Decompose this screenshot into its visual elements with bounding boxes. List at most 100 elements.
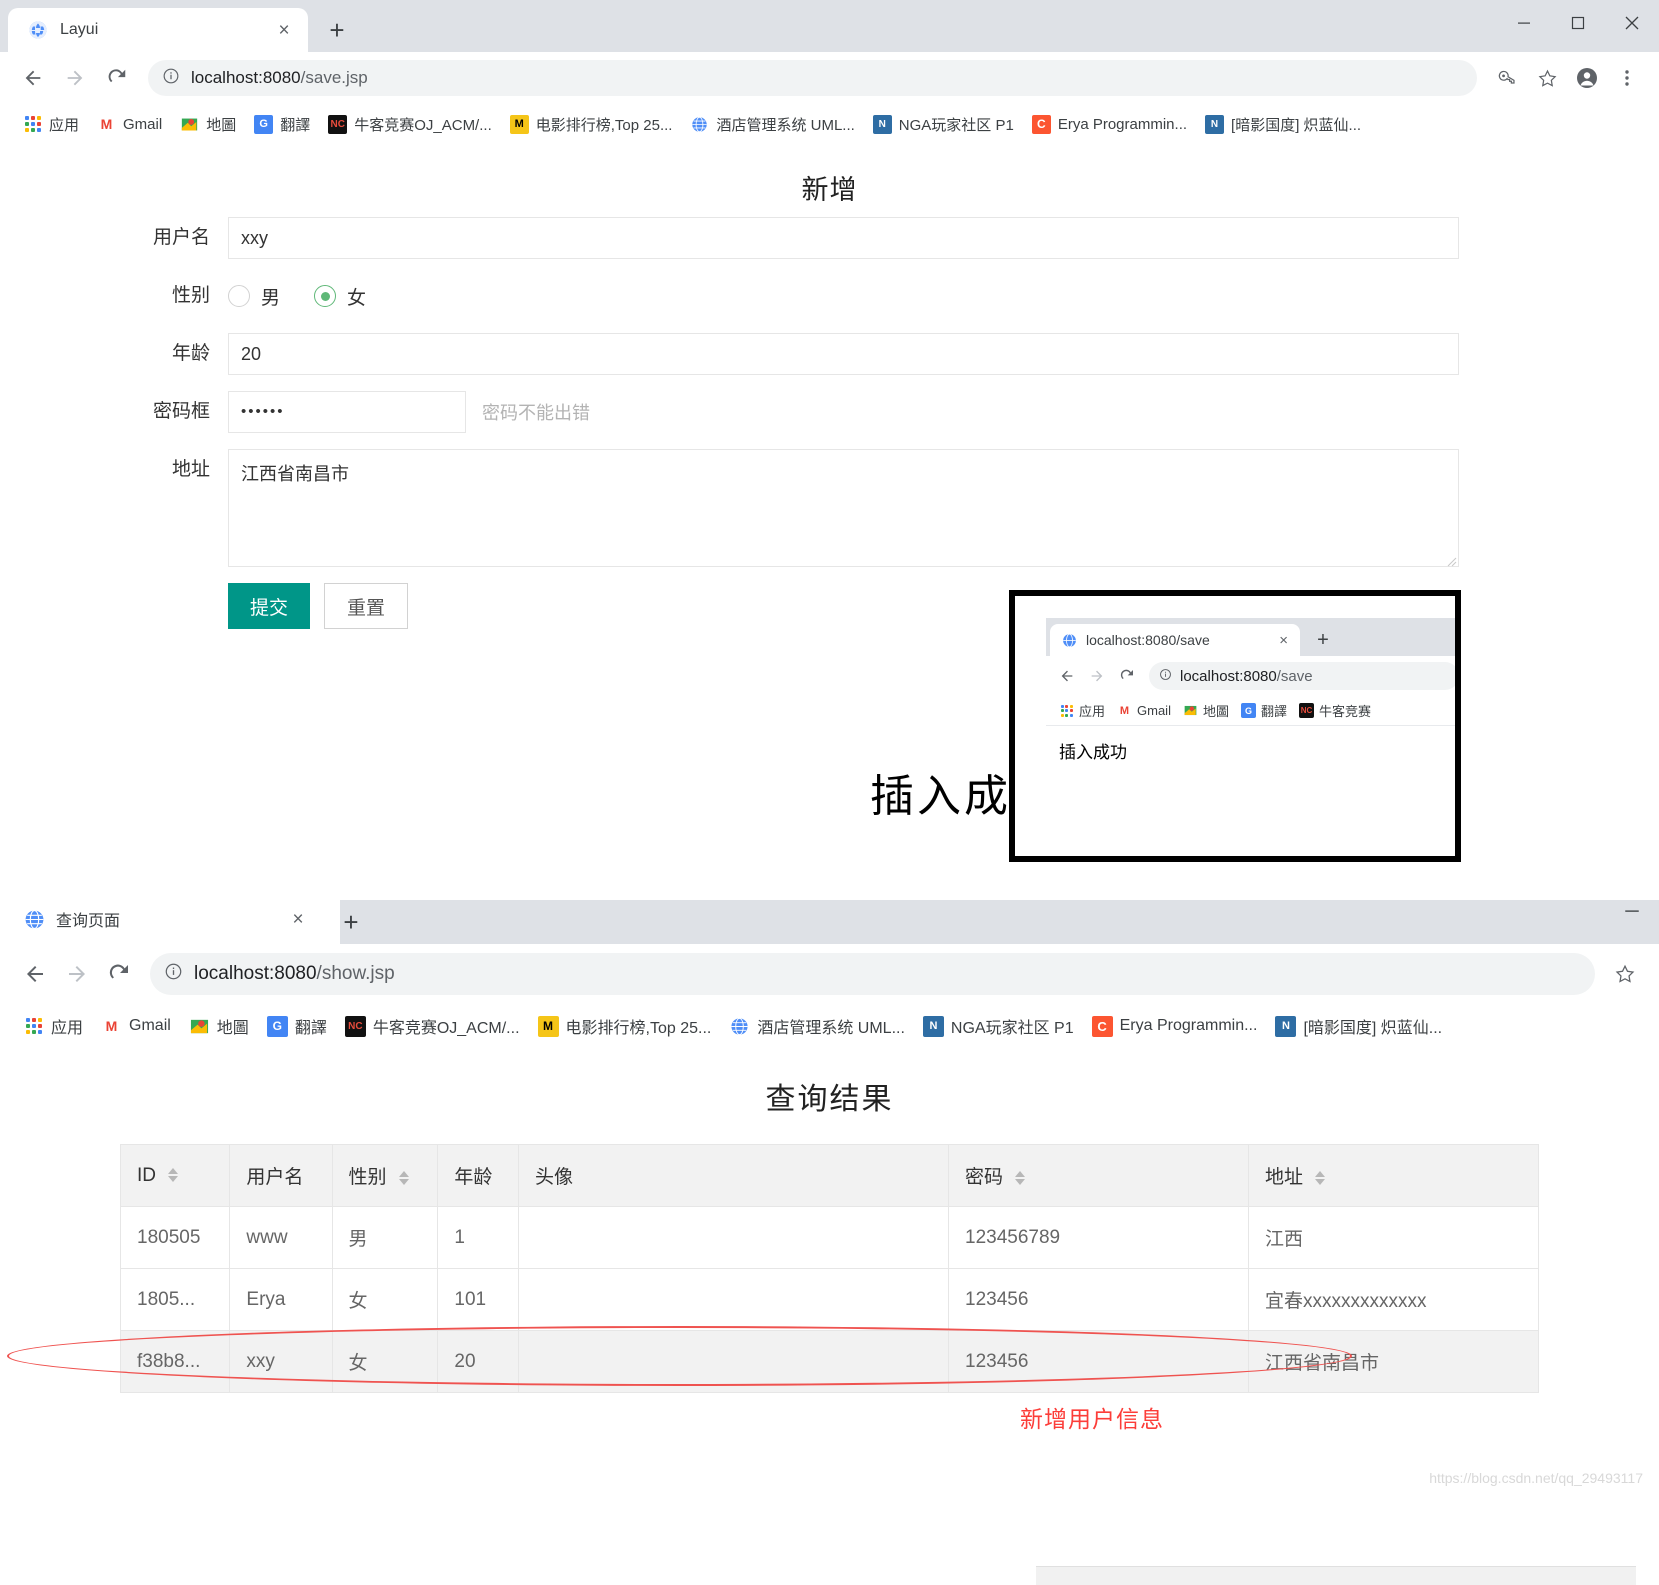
- new-tab-button[interactable]: +: [320, 13, 354, 47]
- bookmark-item-nowcoder[interactable]: NC 牛客竞赛OJ_ACM/...: [319, 110, 501, 139]
- col-header-age[interactable]: 年龄: [437, 1144, 519, 1207]
- inset-browser-screenshot: localhost:8080/save × + localhost:8080/s…: [1009, 590, 1461, 862]
- col-header-address[interactable]: 地址: [1248, 1144, 1539, 1207]
- close-icon[interactable]: [1605, 0, 1659, 46]
- bookmark-item-nga[interactable]: N NGA玩家社区 P1: [914, 1010, 1083, 1042]
- reload-icon[interactable]: [98, 59, 136, 97]
- forward-arrow-icon[interactable]: [58, 955, 96, 993]
- address-label: 地址: [171, 459, 210, 480]
- forward-arrow-icon[interactable]: [1083, 663, 1110, 690]
- radio-male[interactable]: 男: [228, 283, 280, 310]
- bookmark-item-shadow-realm[interactable]: N [暗影国度] 炽蓝仙...: [1196, 110, 1370, 139]
- radio-circle-checked-icon: [314, 285, 337, 307]
- table-row[interactable]: 1805... Erya 女 101 123456 宜春xxxxxxxxxxxx…: [119, 1268, 1539, 1331]
- new-tab-button[interactable]: +: [334, 905, 368, 939]
- sort-arrows-icon[interactable]: [398, 1170, 409, 1185]
- star-icon[interactable]: [1607, 956, 1643, 992]
- profile-avatar-icon[interactable]: [1569, 60, 1605, 96]
- bookmark-item-translate[interactable]: G 翻譯: [1235, 699, 1293, 722]
- radio-female-label: 女: [347, 287, 367, 309]
- bookmark-item-imdb[interactable]: M 电影排行榜,Top 25...: [529, 1010, 721, 1042]
- close-icon[interactable]: ×: [1275, 632, 1292, 649]
- bookmark-item-gmail[interactable]: M Gmail: [92, 1012, 180, 1041]
- globe-icon: [690, 115, 709, 134]
- col-header-gender[interactable]: 性别: [331, 1144, 439, 1207]
- bookmark-item-gmail[interactable]: M Gmail: [1111, 701, 1177, 720]
- address-bar-top[interactable]: localhost:8080/save.jsp: [148, 60, 1477, 96]
- table-row[interactable]: f38b8... xxy 女 20 123456 江西省南昌市: [119, 1330, 1539, 1393]
- red-annotation-label: 新增用户信息: [1020, 1406, 1164, 1432]
- sort-arrows-icon[interactable]: [168, 1168, 179, 1183]
- bookmark-item-translate[interactable]: G 翻譯: [245, 110, 319, 139]
- bookmark-item-nga[interactable]: N NGA玩家社区 P1: [864, 110, 1023, 139]
- cell-avatar: [518, 1330, 949, 1393]
- bookmark-item-gmail[interactable]: M Gmail: [88, 111, 171, 138]
- back-arrow-icon[interactable]: [1053, 663, 1080, 690]
- bookmark-item-apps[interactable]: 应用: [1053, 699, 1111, 722]
- bookmark-item-maps[interactable]: 地圖: [171, 110, 245, 139]
- bookmark-item-nowcoder[interactable]: NC 牛客竞赛OJ_ACM/...: [336, 1010, 529, 1042]
- bookmark-label: NGA玩家社区 P1: [950, 1020, 1074, 1037]
- col-header-avatar[interactable]: 头像: [518, 1144, 949, 1207]
- col-label: 用户名: [246, 1167, 304, 1188]
- translate-icon: G: [254, 114, 274, 134]
- sort-arrows-icon[interactable]: [1315, 1170, 1326, 1185]
- forward-arrow-icon[interactable]: [56, 59, 94, 97]
- sort-arrows-icon[interactable]: [1015, 1170, 1026, 1185]
- bookmark-item-apps[interactable]: 应用: [14, 1010, 92, 1042]
- bookmark-item-hotel-uml[interactable]: 酒店管理系统 UML...: [681, 110, 863, 139]
- bookmark-label: 牛客竞赛: [1319, 704, 1372, 719]
- table-row[interactable]: 180505 www 男 1 123456789 江西: [119, 1206, 1539, 1269]
- minimize-icon[interactable]: [1497, 0, 1551, 46]
- radio-female[interactable]: 女: [314, 283, 366, 310]
- bookmark-item-imdb[interactable]: M 电影排行榜,Top 25...: [501, 110, 682, 139]
- address-textarea[interactable]: 江西省南昌市: [228, 449, 1459, 567]
- browser-tab-query-page[interactable]: 查询页面 ×: [4, 894, 322, 944]
- bookmark-item-nowcoder[interactable]: NC 牛客竞赛: [1293, 699, 1377, 722]
- bookmark-label: Gmail: [123, 115, 163, 133]
- star-icon[interactable]: [1529, 60, 1565, 96]
- nga-icon: N: [1205, 114, 1225, 134]
- close-icon[interactable]: ×: [286, 907, 310, 931]
- address-bar-url: localhost:8080/save.jsp: [191, 68, 368, 88]
- bookmark-label: Gmail: [129, 1017, 171, 1034]
- bookmark-item-hotel-uml[interactable]: 酒店管理系统 UML...: [720, 1010, 914, 1042]
- bookmark-item-translate[interactable]: G 翻譯: [258, 1010, 336, 1042]
- bookmark-item-shadow-realm[interactable]: N [暗影国度] 炽蓝仙...: [1266, 1010, 1451, 1042]
- cell-gender: 男: [331, 1206, 439, 1269]
- globe-icon: [24, 909, 44, 930]
- three-dot-menu-icon[interactable]: [1609, 60, 1645, 96]
- submit-button[interactable]: 提交: [228, 583, 311, 629]
- reload-icon[interactable]: [1113, 663, 1140, 690]
- bookmark-item-maps[interactable]: 地圖: [1177, 699, 1235, 722]
- browser-tab-layui[interactable]: Layui ×: [8, 8, 308, 52]
- address-bar-bottom[interactable]: localhost:8080/show.jsp: [150, 953, 1595, 995]
- col-header-password[interactable]: 密码: [948, 1144, 1249, 1207]
- back-arrow-icon[interactable]: [14, 59, 52, 97]
- minimize-icon[interactable]: [1605, 888, 1659, 934]
- inset-browser-tab[interactable]: localhost:8080/save ×: [1050, 624, 1300, 656]
- maximize-icon[interactable]: [1551, 0, 1605, 46]
- col-header-username[interactable]: 用户名: [229, 1144, 333, 1207]
- reload-icon[interactable]: [100, 955, 138, 993]
- bookmark-item-maps[interactable]: 地圖: [180, 1010, 258, 1042]
- inset-new-tab-button[interactable]: +: [1310, 627, 1336, 653]
- cell-age: 20: [437, 1330, 519, 1393]
- bookmark-item-erya[interactable]: C Erya Programmin...: [1083, 1012, 1267, 1041]
- back-arrow-icon[interactable]: [16, 955, 54, 993]
- key-icon[interactable]: [1489, 60, 1525, 96]
- inset-toolbar: localhost:8080/save: [1046, 656, 1455, 696]
- resize-handle-icon[interactable]: [1443, 551, 1457, 567]
- col-label: ID: [137, 1164, 156, 1186]
- bookmark-item-erya[interactable]: C Erya Programmin...: [1023, 111, 1196, 138]
- reset-button[interactable]: 重置: [324, 583, 409, 629]
- close-icon[interactable]: ×: [272, 18, 296, 42]
- col-header-id[interactable]: ID: [119, 1144, 231, 1207]
- password-input[interactable]: ••••••: [228, 391, 466, 433]
- nowcoder-icon: NC: [328, 114, 348, 134]
- age-input[interactable]: 20: [228, 333, 1459, 375]
- username-input[interactable]: xxy: [228, 217, 1459, 259]
- bookmark-item-apps[interactable]: 应用: [14, 110, 88, 139]
- inset-address-bar[interactable]: localhost:8080/save: [1149, 662, 1455, 690]
- age-label: 年龄: [171, 343, 210, 364]
